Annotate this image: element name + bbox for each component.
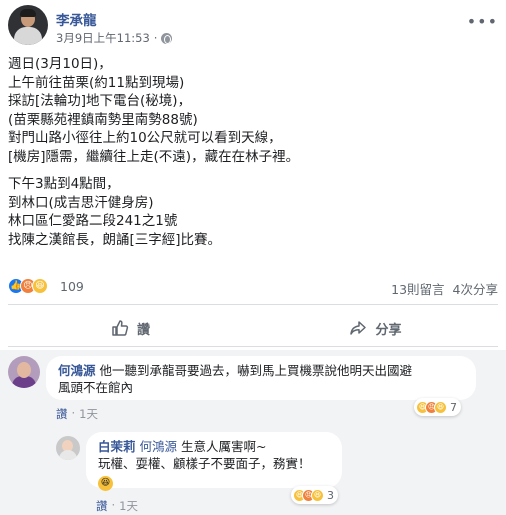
post-paragraph-2: 下午3點到4點間， 到林口(成吉思汗健身房) 林口區仁愛路二段241之1號 找陳… [8, 175, 498, 249]
post-line: (苗栗縣苑裡鎮南勢里南勢88號) [8, 111, 198, 128]
haha-icon: 😆 [311, 488, 324, 502]
comment-text: 風頭不在館內 [58, 380, 134, 395]
reply-like-link[interactable]: 讚 [96, 498, 108, 514]
comment-text: 他一聽到承龍哥要過去，嚇到馬上買機票說他明天出國避 [99, 363, 413, 378]
comment-reactions[interactable]: 😆 😠 😆 7 [414, 398, 461, 416]
reaction-summary[interactable]: 👍 😠 😆 [8, 278, 48, 294]
laughing-face-icon: 😆 [98, 476, 113, 491]
post-line: 林口區仁愛路二段241之1號 [8, 213, 178, 229]
like-button[interactable]: 讚 [8, 312, 253, 344]
share-arrow-icon [350, 321, 367, 335]
meta-separator: · [153, 31, 158, 45]
thumbs-up-icon [112, 320, 129, 336]
reaction-count[interactable]: 109 [60, 279, 84, 294]
reply-author[interactable]: 白茉莉 [98, 439, 136, 454]
comment-actions: 讚 · 1天 [56, 406, 98, 422]
post-line: 到林口(成吉思汗健身房) [8, 194, 154, 211]
haha-icon: 😆 [32, 278, 48, 294]
post-line: [機房]隱需，繼續往上走(不遠)，藏在在林子裡。 [8, 148, 300, 165]
reply-bubble: 白茉莉 何鴻源 生意人厲害啊~ 玩權、耍權、顧樣子不要面子，務實！ 😆 [86, 432, 342, 491]
more-horizontal-icon[interactable]: ••• [467, 12, 498, 31]
post-line: 上午前往苗栗(約11點到現場) [8, 74, 185, 91]
post-timestamp[interactable]: 3月9日上午11:53 [56, 30, 150, 46]
author-avatar[interactable] [8, 5, 48, 45]
reply-mention[interactable]: 何鴻源 [140, 439, 178, 454]
post-line: 下午3點到4點間， [8, 176, 120, 192]
author-name[interactable]: 李承龍 [56, 9, 97, 29]
reply-time[interactable]: 1天 [119, 498, 138, 514]
reply-reaction-count: 3 [327, 488, 334, 502]
share-label: 分享 [375, 322, 402, 338]
globe-icon [161, 32, 173, 44]
post-line: 採訪[法輪功]地下電台(秘境)， [8, 93, 192, 109]
separator: · [111, 498, 116, 512]
post-stats: 👍 😠 😆 109 13則留言 4次分享 [8, 278, 498, 298]
share-button[interactable]: 分享 [253, 312, 498, 344]
reply-reactions[interactable]: 😆 😠 😆 3 [291, 486, 338, 504]
comment-time[interactable]: 1天 [79, 406, 98, 422]
facebook-post: 李承龍 3月9日上午11:53 · ••• 週日(3月10日)， 上午前往苗栗(… [0, 0, 506, 515]
comment-author[interactable]: 何鴻源 [58, 363, 96, 378]
comment-bubble: 何鴻源 他一聽到承龍哥要過去，嚇到馬上買機票說他明天出國避 風頭不在館內 [46, 356, 476, 400]
commenter-avatar[interactable] [8, 356, 40, 388]
comment-like-link[interactable]: 讚 [56, 406, 68, 422]
reply-text: 玩權、耍權、顧樣子不要面子，務實！ [98, 456, 311, 471]
post-line: 對門山路小徑往上約10公尺就可以看到天線， [8, 130, 282, 146]
post-text: 週日(3月10日)， 上午前往苗栗(約11點到現場) 採訪[法輪功]地下電台(秘… [8, 55, 498, 258]
post-meta: 3月9日上午11:53 · [56, 30, 173, 46]
like-label: 讚 [136, 322, 150, 338]
comment-reaction-count: 7 [450, 400, 457, 414]
separator: · [71, 406, 76, 420]
reply-avatar[interactable] [56, 436, 80, 460]
divider [8, 304, 498, 305]
shares-count[interactable]: 4次分享 [453, 279, 498, 298]
divider [8, 346, 498, 347]
comments-shares: 13則留言 4次分享 [391, 279, 498, 298]
post-line: 週日(3月10日)， [8, 56, 112, 72]
post-paragraph-1: 週日(3月10日)， 上午前往苗栗(約11點到現場) 採訪[法輪功]地下電台(秘… [8, 55, 498, 166]
reply-text: 生意人厲害啊~ [181, 439, 267, 454]
haha-icon: 😆 [434, 400, 447, 414]
reply-actions: 讚 · 1天 [96, 498, 138, 514]
action-bar: 讚 分享 [8, 312, 498, 344]
post-line: 找陳之漢館長，朗誦[三字經]比賽。 [8, 231, 222, 248]
comments-count[interactable]: 13則留言 [391, 279, 444, 298]
